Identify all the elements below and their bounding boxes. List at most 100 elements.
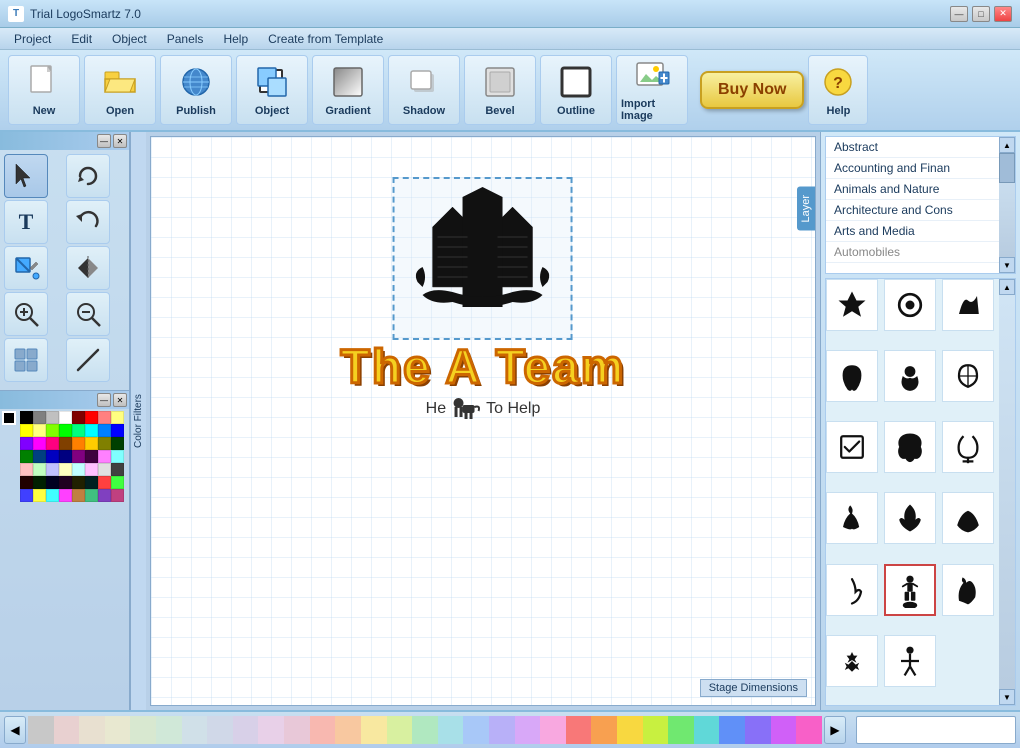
color-swatch[interactable] [111,463,124,476]
tool-flip-button[interactable] [66,246,110,290]
icon-cell-17[interactable] [884,635,936,687]
color-swatch[interactable] [72,411,85,424]
cat-scroll-down[interactable]: ▼ [999,257,1015,273]
bottom-swatch[interactable] [28,716,54,744]
logo-image-box[interactable] [393,177,573,340]
color-swatch[interactable] [111,437,124,450]
bottom-swatch[interactable] [284,716,310,744]
bottom-swatch[interactable] [361,716,387,744]
icon-cell-3[interactable] [942,279,994,331]
toolbar-import-image-button[interactable]: Import Image [616,55,688,125]
maximize-button[interactable]: □ [972,6,990,22]
category-arts[interactable]: Arts and Media [826,221,999,242]
toolbar-bevel-button[interactable]: Bevel [464,55,536,125]
color-swatch[interactable] [72,424,85,437]
color-swatch[interactable] [20,463,33,476]
icon-cell-15[interactable] [942,564,994,616]
color-swatch[interactable] [111,450,124,463]
icon-cell-7[interactable] [826,421,878,473]
color-swatch[interactable] [85,463,98,476]
toolbar-outline-button[interactable]: Outline [540,55,612,125]
color-swatch[interactable] [85,411,98,424]
color-swatch[interactable] [72,450,85,463]
bottom-swatch[interactable] [540,716,566,744]
color-swatch[interactable] [20,437,33,450]
tool-undo-button[interactable] [66,200,110,244]
minimize-button[interactable]: — [950,6,968,22]
color-swatch[interactable] [20,489,33,502]
tool-text-button[interactable]: T [4,200,48,244]
tool-zoom-out-button[interactable] [66,292,110,336]
color-swatch[interactable] [33,463,46,476]
toolbar-open-button[interactable]: Open [84,55,156,125]
color-swatch[interactable] [33,437,46,450]
color-swatch[interactable] [59,463,72,476]
color-swatch[interactable] [20,411,33,424]
tool-export-button[interactable] [4,338,48,382]
cat-scroll-thumb[interactable] [999,153,1015,183]
bottom-swatch[interactable] [515,716,541,744]
bottom-swatch[interactable] [668,716,694,744]
color-swatch[interactable] [98,450,111,463]
category-accounting[interactable]: Accounting and Finan [826,158,999,179]
color-swatch[interactable] [59,489,72,502]
color-swatch[interactable] [46,450,59,463]
color-swatch[interactable] [46,437,59,450]
toolbox-close-button[interactable]: ✕ [113,134,127,148]
color-swatch[interactable] [59,424,72,437]
icon-cell-6[interactable] [942,350,994,402]
bottom-input[interactable] [856,716,1016,744]
bottom-swatch[interactable] [310,716,336,744]
bottom-scroll-left[interactable]: ◀ [4,716,26,744]
icon-cell-5[interactable] [884,350,936,402]
category-automobiles[interactable]: Automobiles [826,242,999,263]
color-swatch[interactable] [72,437,85,450]
logo-main-text[interactable]: The A Team [341,340,626,395]
bottom-swatch[interactable] [489,716,515,744]
toolbox-minimize-button[interactable]: — [97,134,111,148]
menu-help[interactable]: Help [213,30,258,48]
toolbar-shadow-button[interactable]: Shadow [388,55,460,125]
icons-scroll-down[interactable]: ▼ [999,689,1015,705]
tool-select-button[interactable] [4,154,48,198]
icon-cell-16[interactable] [826,635,878,687]
layer-tab[interactable]: Layer [797,187,815,231]
bottom-swatch[interactable] [643,716,669,744]
color-swatch[interactable] [33,489,46,502]
menu-project[interactable]: Project [4,30,61,48]
toolbar-gradient-button[interactable]: Gradient [312,55,384,125]
color-swatch[interactable] [98,476,111,489]
color-swatch[interactable] [72,463,85,476]
close-button[interactable]: ✕ [994,6,1012,22]
color-swatch[interactable] [20,424,33,437]
logo-subtitle-text[interactable]: He To Help [426,395,541,423]
icon-cell-9[interactable] [942,421,994,473]
toolbar-help-button[interactable]: ? Help [808,55,868,125]
tool-zoom-in-button[interactable] [4,292,48,336]
bottom-swatch[interactable] [694,716,720,744]
bottom-swatch[interactable] [182,716,208,744]
bottom-swatch[interactable] [745,716,771,744]
bottom-swatch[interactable] [207,716,233,744]
color-swatch[interactable] [46,463,59,476]
icon-cell-13[interactable] [826,564,878,616]
tool-line-button[interactable] [66,338,110,382]
bottom-swatch[interactable] [771,716,797,744]
tool-paint-button[interactable] [4,246,48,290]
menu-edit[interactable]: Edit [61,30,102,48]
color-swatch[interactable] [72,476,85,489]
color-swatch[interactable] [111,476,124,489]
toolbar-publish-button[interactable]: Publish [160,55,232,125]
bottom-swatch[interactable] [130,716,156,744]
color-swatch[interactable] [46,489,59,502]
color-swatch[interactable] [98,437,111,450]
bottom-swatch[interactable] [156,716,182,744]
tool-rotate-button[interactable] [66,154,110,198]
bottom-swatch[interactable] [79,716,105,744]
menu-panels[interactable]: Panels [157,30,214,48]
bottom-swatch[interactable] [438,716,464,744]
bottom-swatch[interactable] [591,716,617,744]
color-swatch[interactable] [59,437,72,450]
bottom-swatch[interactable] [566,716,592,744]
color-swatch[interactable] [20,476,33,489]
